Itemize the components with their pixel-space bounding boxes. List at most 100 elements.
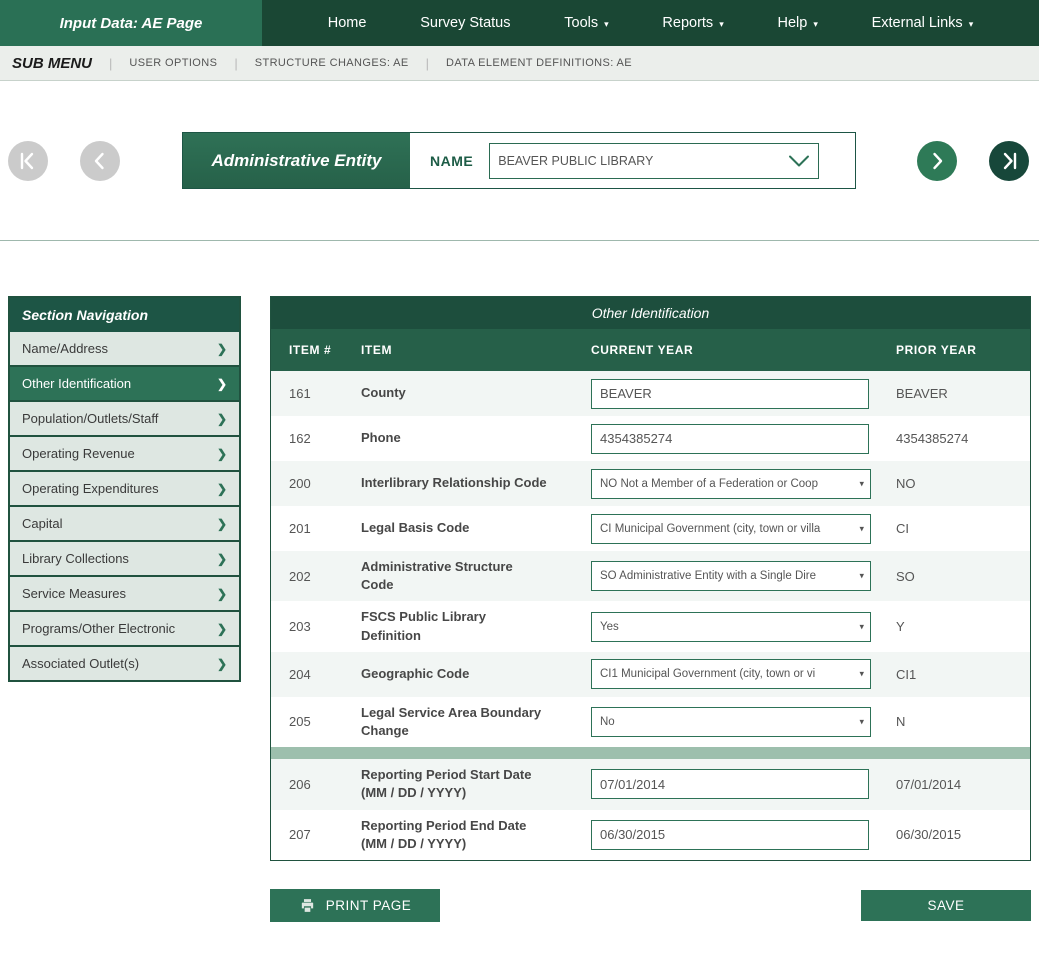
nav-item-external-links-label: External Links [872,15,963,31]
reporting-period-start-date-input[interactable] [591,769,869,799]
table-row: 204 Geographic Code CI1 Municipal Govern… [271,652,1030,697]
geographic-code-select[interactable]: CI1 Municipal Government (city, town or … [592,660,870,688]
entity-box: Administrative Entity NAME BEAVER PUBLIC… [182,132,856,189]
item-label: Interlibrary Relationship Code [361,474,591,492]
main-column: Other Identification ITEM # ITEM CURRENT… [270,296,1031,938]
sidebar-item-population-outlets-staff[interactable]: Population/Outlets/Staff ❯ [10,400,239,435]
item-number: 207 [289,827,361,842]
fscs-definition-select-wrap: Yes [591,612,871,642]
save-button[interactable]: SAVE [861,890,1031,921]
prior-year-value: 06/30/2015 [896,827,1030,842]
reporting-period-end-date-input[interactable] [591,820,869,850]
item-number: 205 [289,714,361,729]
current-page-label-text: Input Data: AE Page [60,15,203,32]
last-record-button[interactable] [989,141,1029,181]
table-header-row: ITEM # ITEM CURRENT YEAR PRIOR YEAR [271,329,1030,371]
item-number: 206 [289,777,361,792]
chevron-down-icon: ▾ [813,20,818,29]
first-record-icon [17,150,39,172]
nav-item-survey-status[interactable]: Survey Status [420,15,510,31]
first-record-button[interactable] [8,141,48,181]
section-navigation-title: Section Navigation [10,298,239,332]
item-number: 204 [289,667,361,682]
section-navigation: Section Navigation Name/Address ❯ Other … [8,296,241,682]
submenu-separator: | [109,56,112,71]
sidebar-item-operating-revenue[interactable]: Operating Revenue ❯ [10,435,239,470]
sidebar-item-other-identification[interactable]: Other Identification ❯ [10,365,239,400]
item-label: Reporting Period Start Date (MM / DD / Y… [361,766,591,802]
current-page-label: Input Data: AE Page [0,0,262,46]
chevron-right-icon: ❯ [217,412,227,426]
sidebar-item-label: Service Measures [22,586,126,601]
print-page-button[interactable]: PRINT PAGE [270,889,440,922]
entity-body: NAME BEAVER PUBLIC LIBRARY [410,133,855,188]
nav-item-reports[interactable]: Reports ▾ [662,15,723,31]
table-row: 161 County BEAVER [271,371,1030,416]
main-menu: Home Survey Status Tools ▾ Reports ▾ Hel… [262,0,1039,46]
printer-icon [299,897,316,914]
entity-name-select[interactable]: BEAVER PUBLIC LIBRARY [490,144,818,178]
submenu-title: SUB MENU [12,55,92,72]
nav-item-home-label: Home [328,15,367,31]
interlibrary-relationship-select[interactable]: NO Not a Member of a Federation or Coop [592,470,870,498]
submenu-item-structure-changes[interactable]: STRUCTURE CHANGES: AE [255,57,409,69]
fscs-definition-select[interactable]: Yes [592,613,870,641]
sidebar-item-operating-expenditures[interactable]: Operating Expenditures ❯ [10,470,239,505]
chevron-right-icon: ❯ [217,622,227,636]
chevron-right-icon: ❯ [217,587,227,601]
next-record-button[interactable] [917,141,957,181]
sidebar-item-label: Population/Outlets/Staff [22,411,158,426]
county-input[interactable] [591,379,869,409]
column-header-item-number: ITEM # [289,343,361,357]
legal-basis-select[interactable]: CI Municipal Government (city, town or v… [592,515,870,543]
nav-item-help-label: Help [777,15,807,31]
sidebar-item-capital[interactable]: Capital ❯ [10,505,239,540]
sidebar-item-label: Associated Outlet(s) [22,656,139,671]
prior-year-value: SO [896,569,1030,584]
sidebar-item-label: Other Identification [22,376,131,391]
other-identification-panel: Other Identification ITEM # ITEM CURRENT… [270,296,1031,861]
sidebar-item-name-address[interactable]: Name/Address ❯ [10,332,239,365]
table-row: 200 Interlibrary Relationship Code NO No… [271,461,1030,506]
print-page-label: PRINT PAGE [326,898,412,913]
administrative-structure-select[interactable]: SO Administrative Entity with a Single D… [592,562,870,590]
name-label: NAME [430,153,473,169]
item-label: Legal Service Area Boundary Change [361,704,591,740]
column-header-prior-year: PRIOR YEAR [896,343,1030,357]
submenu-item-user-options[interactable]: USER OPTIONS [129,57,217,69]
sidebar-item-service-measures[interactable]: Service Measures ❯ [10,575,239,610]
content-area: Section Navigation Name/Address ❯ Other … [0,241,1039,938]
table-row: 202 Administrative Structure Code SO Adm… [271,551,1030,601]
chevron-right-icon: ❯ [217,517,227,531]
nav-item-external-links[interactable]: External Links ▾ [872,15,974,31]
prior-year-value: Y [896,619,1030,634]
item-label: Reporting Period End Date (MM / DD / YYY… [361,817,591,853]
nav-item-tools-label: Tools [564,15,598,31]
sidebar-item-library-collections[interactable]: Library Collections ❯ [10,540,239,575]
boundary-change-select[interactable]: No [592,708,870,736]
sidebar-item-label: Library Collections [22,551,129,566]
sidebar-item-associated-outlets[interactable]: Associated Outlet(s) ❯ [10,645,239,680]
boundary-change-select-wrap: No [591,707,871,737]
chevron-right-icon: ❯ [217,447,227,461]
table-row: 205 Legal Service Area Boundary Change N… [271,697,1030,747]
sidebar-item-label: Capital [22,516,62,531]
nav-item-home[interactable]: Home [328,15,367,31]
row-separator [271,747,1030,759]
nav-item-tools[interactable]: Tools ▾ [564,15,608,31]
administrative-structure-select-wrap: SO Administrative Entity with a Single D… [591,561,871,591]
column-header-item: ITEM [361,343,591,357]
item-label: County [361,384,591,402]
submenu-item-data-element-definitions[interactable]: DATA ELEMENT DEFINITIONS: AE [446,57,632,69]
item-number: 161 [289,386,361,401]
geographic-code-select-wrap: CI1 Municipal Government (city, town or … [591,659,871,689]
item-label: FSCS Public Library Definition [361,608,591,644]
phone-input[interactable] [591,424,869,454]
nav-item-help[interactable]: Help ▾ [777,15,817,31]
record-navigation: Administrative Entity NAME BEAVER PUBLIC… [0,81,1039,240]
sidebar-item-label: Operating Expenditures [22,481,159,496]
sidebar-item-programs-other-electronic[interactable]: Programs/Other Electronic ❯ [10,610,239,645]
table-row: 206 Reporting Period Start Date (MM / DD… [271,759,1030,809]
chevron-down-icon: ▾ [969,20,974,29]
previous-record-button[interactable] [80,141,120,181]
